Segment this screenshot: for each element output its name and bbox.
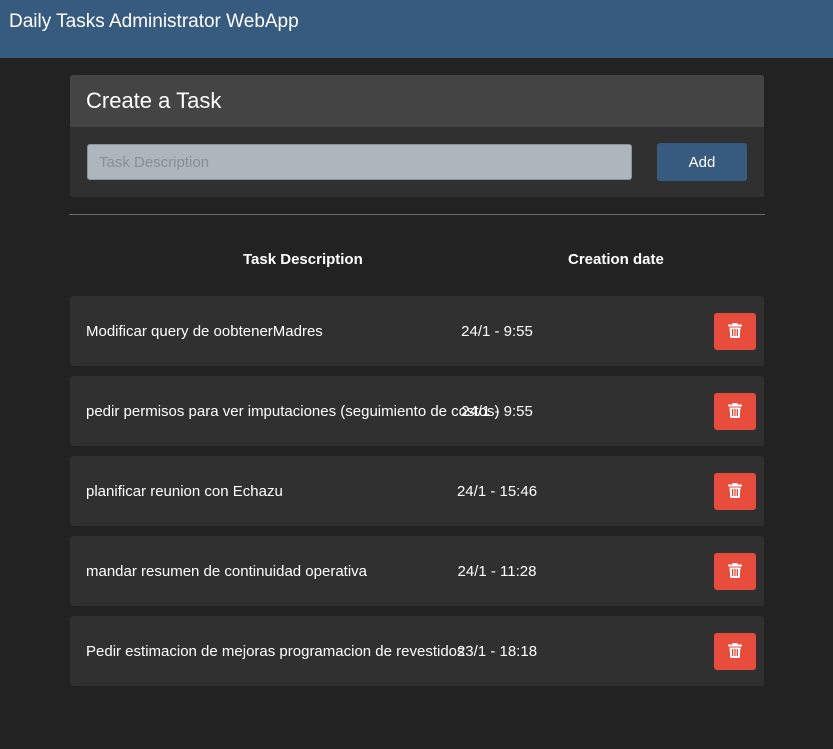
trash-icon xyxy=(728,402,742,421)
task-date: 24/1 - 9:55 xyxy=(461,403,533,420)
add-task-button[interactable]: Add xyxy=(657,143,747,181)
task-row: mandar resumen de continuidad operativa … xyxy=(70,536,764,606)
trash-icon xyxy=(728,482,742,501)
task-description: planificar reunion con Echazu xyxy=(86,483,283,500)
delete-task-button[interactable] xyxy=(714,393,756,430)
navbar: Daily Tasks Administrator WebApp xyxy=(0,0,833,58)
task-row: Pedir estimacion de mejoras programacion… xyxy=(70,616,764,686)
header-creation-date: Creation date xyxy=(568,251,664,268)
header-task-description: Task Description xyxy=(243,251,363,268)
delete-task-button[interactable] xyxy=(714,313,756,350)
task-date: 24/1 - 15:46 xyxy=(456,483,538,500)
delete-task-button[interactable] xyxy=(714,633,756,670)
task-date: 24/1 - 9:55 xyxy=(461,323,533,340)
task-row: planificar reunion con Echazu 24/1 - 15:… xyxy=(70,456,764,526)
trash-icon xyxy=(728,322,742,341)
trash-icon xyxy=(728,562,742,581)
main-container: Create a Task Add Task Description Creat… xyxy=(69,75,765,696)
app-title[interactable]: Daily Tasks Administrator WebApp xyxy=(9,11,299,33)
create-task-title: Create a Task xyxy=(70,75,764,127)
task-list: Modificar query de oobtenerMadres 24/1 -… xyxy=(70,296,764,686)
task-description-input[interactable] xyxy=(87,144,632,180)
task-row: pedir permisos para ver imputaciones (se… xyxy=(70,376,764,446)
task-description: mandar resumen de continuidad operativa xyxy=(86,563,368,580)
trash-icon xyxy=(728,642,742,661)
task-row: Modificar query de oobtenerMadres 24/1 -… xyxy=(70,296,764,366)
delete-task-button[interactable] xyxy=(714,473,756,510)
create-task-form: Add xyxy=(70,127,764,197)
task-date: 23/1 - 18:18 xyxy=(456,643,538,660)
delete-task-button[interactable] xyxy=(714,553,756,590)
table-header: Task Description Creation date xyxy=(70,215,764,296)
task-description: Modificar query de oobtenerMadres xyxy=(86,323,323,340)
task-date: 24/1 - 11:28 xyxy=(457,563,537,580)
create-task-card: Create a Task Add xyxy=(70,75,764,197)
